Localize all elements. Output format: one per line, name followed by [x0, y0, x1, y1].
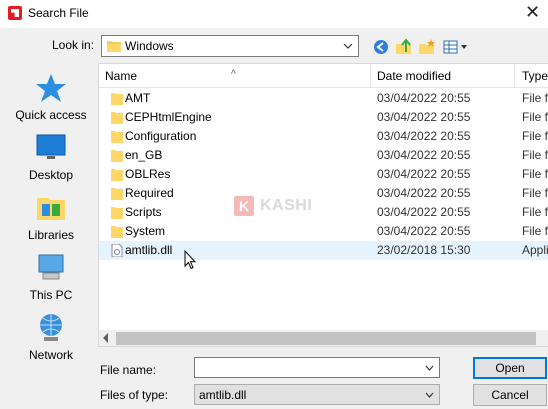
file-date: 03/04/2022 20:55: [377, 224, 471, 238]
file-name-input[interactable]: [194, 357, 440, 378]
place-libraries[interactable]: Libraries: [6, 192, 96, 242]
star-icon: [36, 74, 66, 102]
place-quick-access[interactable]: Quick access: [6, 72, 96, 122]
col-date-header[interactable]: Date modified: [377, 69, 451, 83]
file-name: CEPHtmlEngine: [125, 110, 212, 124]
file-type: File fo: [522, 205, 548, 219]
file-name: AMT: [125, 91, 151, 105]
place-label: This PC: [29, 288, 73, 302]
column-header: ^ Name Date modified Type: [99, 64, 548, 88]
file-name: Required: [125, 186, 174, 200]
view-menu-icon[interactable]: [442, 38, 468, 56]
file-date: 03/04/2022 20:55: [377, 186, 471, 200]
file-row[interactable]: AMT 03/04/2022 20:55 File fo: [99, 89, 548, 108]
file-date: 03/04/2022 20:55: [377, 91, 471, 105]
place-label: Network: [28, 348, 73, 362]
file-name: amtlib.dll: [125, 243, 173, 257]
watermark-logo: K: [234, 196, 254, 216]
folder-icon: [107, 41, 121, 52]
column-divider[interactable]: [514, 64, 515, 88]
file-type: File fo: [522, 224, 548, 238]
file-row[interactable]: en_GB 03/04/2022 20:55 File fo: [99, 146, 548, 165]
file-date: 03/04/2022 20:55: [377, 167, 471, 181]
folder-icon: [111, 207, 123, 219]
folder-icon: [111, 131, 123, 143]
file-date: 03/04/2022 20:55: [377, 148, 471, 162]
chevron-down-icon[interactable]: [424, 362, 435, 374]
file-row-hovered[interactable]: amtlib.dll 23/02/2018 15:30 Appli: [99, 241, 548, 260]
up-folder-icon[interactable]: [395, 38, 413, 56]
file-row[interactable]: CEPHtmlEngine 03/04/2022 20:55 File fo: [99, 108, 548, 127]
file-name-label: File name:: [100, 363, 157, 377]
file-list[interactable]: ^ Name Date modified Type AMT 03/04/2022…: [98, 63, 548, 347]
col-type-header[interactable]: Type: [522, 69, 548, 83]
place-network[interactable]: Network: [6, 312, 96, 362]
file-type: Appli: [522, 243, 548, 257]
mouse-pointer-icon: [184, 250, 196, 270]
desktop-icon: [36, 134, 66, 159]
chevron-down-icon: [343, 43, 353, 49]
open-button[interactable]: Open: [473, 357, 547, 379]
file-row[interactable]: OBLRes 03/04/2022 20:55 File fo: [99, 165, 548, 184]
file-date: 03/04/2022 20:55: [377, 129, 471, 143]
folder-icon: [111, 112, 123, 124]
chevron-down-icon: [425, 392, 434, 398]
watermark-text: KASHI: [260, 197, 313, 214]
file-name: System: [125, 224, 166, 238]
back-icon[interactable]: [372, 38, 390, 56]
column-divider[interactable]: [370, 64, 371, 88]
file-name: en_GB: [125, 148, 163, 162]
file-row[interactable]: Scripts 03/04/2022 20:55 File fo: [99, 203, 548, 222]
watermark: K KASHI: [234, 196, 312, 216]
cancel-button[interactable]: Cancel: [473, 384, 547, 406]
scrollbar-thumb[interactable]: [116, 332, 536, 345]
folder-icon: [111, 150, 123, 162]
place-label: Libraries: [27, 228, 75, 242]
horizontal-scrollbar[interactable]: [99, 330, 548, 346]
folder-icon: [111, 226, 123, 238]
dll-file-icon: [111, 244, 123, 257]
scroll-left-icon[interactable]: [103, 333, 108, 343]
place-desktop[interactable]: Desktop: [6, 132, 96, 182]
file-type-select[interactable]: amtlib.dll: [194, 384, 440, 405]
folder-icon: [111, 169, 123, 181]
place-label: Quick access: [15, 108, 87, 122]
file-type: File fo: [522, 167, 548, 181]
window-title: Search File: [28, 6, 89, 20]
file-date: 03/04/2022 20:55: [377, 110, 471, 124]
file-name: Configuration: [125, 129, 197, 143]
file-date: 03/04/2022 20:55: [377, 205, 471, 219]
folder-icon: [111, 188, 123, 200]
look-in-dropdown[interactable]: Windows: [101, 35, 359, 57]
place-this-pc[interactable]: This PC: [6, 252, 96, 302]
file-date: 23/02/2018 15:30: [377, 243, 471, 257]
place-label: Desktop: [28, 168, 74, 182]
file-type: File fo: [522, 148, 548, 162]
new-folder-icon[interactable]: [418, 38, 436, 56]
file-row[interactable]: Required 03/04/2022 20:55 File fo: [99, 184, 548, 203]
file-type: File fo: [522, 129, 548, 143]
file-row[interactable]: Configuration 03/04/2022 20:55 File fo: [99, 127, 548, 146]
look-in-label: Look in:: [52, 38, 95, 52]
folder-icon: [111, 93, 123, 105]
file-type-value: amtlib.dll: [199, 388, 247, 402]
look-in-value: Windows: [125, 39, 174, 53]
close-icon[interactable]: ✕: [525, 2, 540, 22]
libraries-icon: [37, 198, 65, 220]
app-icon: [8, 6, 22, 20]
file-row[interactable]: System 03/04/2022 20:55 File fo: [99, 222, 548, 241]
file-type: File fo: [522, 186, 548, 200]
file-name: Scripts: [125, 205, 162, 219]
file-name: OBLRes: [125, 167, 171, 181]
network-icon: [40, 314, 62, 341]
file-type-label: Files of type:: [100, 388, 169, 402]
file-type: File fo: [522, 110, 548, 124]
title-bar: Search File ✕: [0, 0, 548, 28]
sort-up-icon: ^: [231, 69, 236, 80]
places-bar: Quick access Desktop Libraries This PC N…: [6, 64, 96, 364]
file-type: File fo: [522, 91, 548, 105]
col-name-header[interactable]: Name: [105, 69, 137, 83]
computer-icon: [38, 254, 64, 280]
